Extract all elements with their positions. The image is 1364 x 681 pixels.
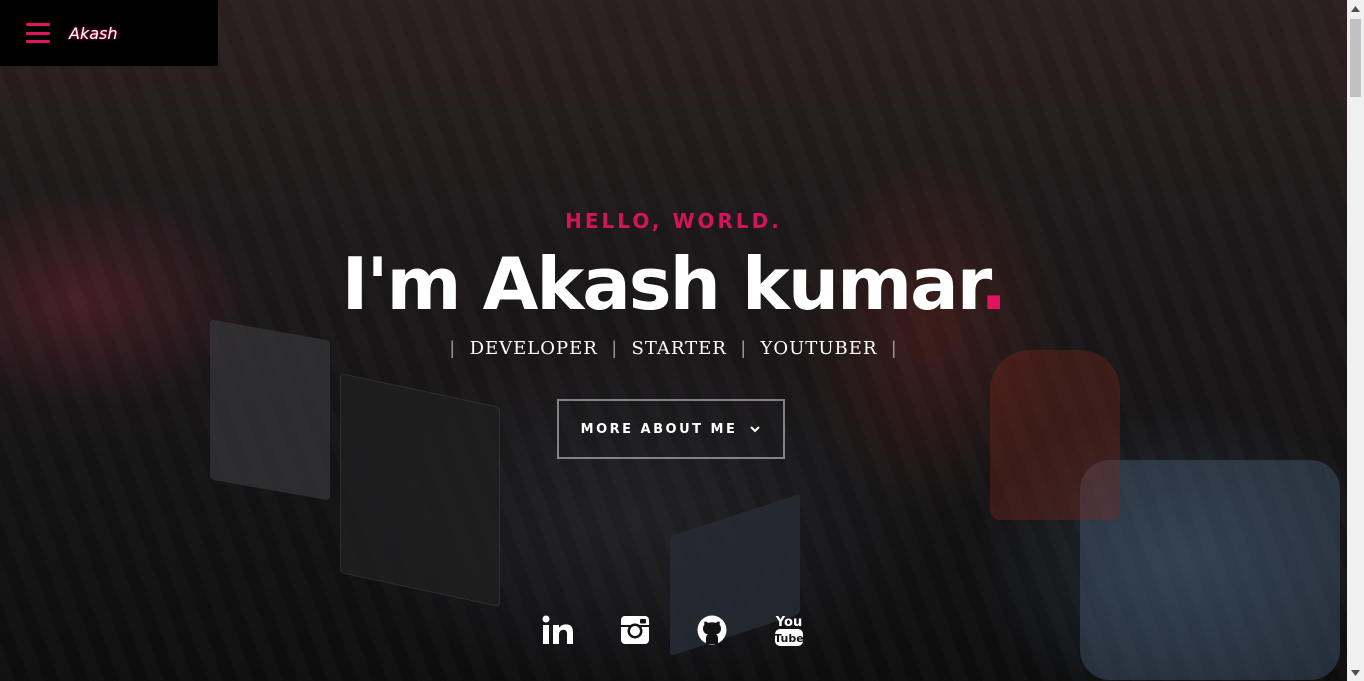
headline-text: I'm Akash kumar <box>341 242 982 326</box>
vertical-scrollbar[interactable] <box>1347 0 1364 681</box>
role-youtuber: YOUTUBER <box>760 338 878 359</box>
roles-list: | DEVELOPER | STARTER | YOUTUBER | <box>0 338 1347 359</box>
navbar: Akash <box>0 0 218 66</box>
greeting-text: HELLO, WORLD. <box>565 209 782 233</box>
role-starter: STARTER <box>631 338 727 359</box>
scroll-down-arrow-icon[interactable] <box>1347 664 1364 681</box>
headline-dot: . <box>979 242 1007 326</box>
youtube-link[interactable]: You Tube <box>773 612 805 648</box>
github-link[interactable] <box>696 612 728 648</box>
instagram-link[interactable] <box>619 612 651 648</box>
role-separator: | <box>740 338 747 358</box>
role-separator: | <box>449 338 456 358</box>
linkedin-link[interactable] <box>542 612 574 648</box>
instagram-icon <box>621 616 649 644</box>
role-separator: | <box>611 338 618 358</box>
scroll-up-arrow-icon[interactable] <box>1347 0 1364 17</box>
hero-content: HELLO, WORLD. I'm Akash kumar. | DEVELOP… <box>0 0 1347 681</box>
scrollbar-thumb[interactable] <box>1350 19 1361 97</box>
github-icon <box>697 615 727 645</box>
youtube-text-bottom: Tube <box>774 632 803 645</box>
youtube-icon: You Tube <box>774 615 804 646</box>
role-separator: | <box>891 338 898 358</box>
more-about-me-label: MORE ABOUT ME <box>580 421 738 437</box>
role-developer: DEVELOPER <box>469 338 598 359</box>
brand-logo[interactable]: Akash <box>69 24 118 43</box>
page-title: I'm Akash kumar. <box>0 236 1347 332</box>
more-about-me-button[interactable]: MORE ABOUT ME <box>557 399 785 459</box>
social-links: You Tube <box>0 612 1347 648</box>
chevron-down-icon <box>750 426 761 433</box>
menu-icon[interactable] <box>26 23 50 43</box>
youtube-text-top: You <box>775 615 802 630</box>
linkedin-icon <box>542 615 573 644</box>
